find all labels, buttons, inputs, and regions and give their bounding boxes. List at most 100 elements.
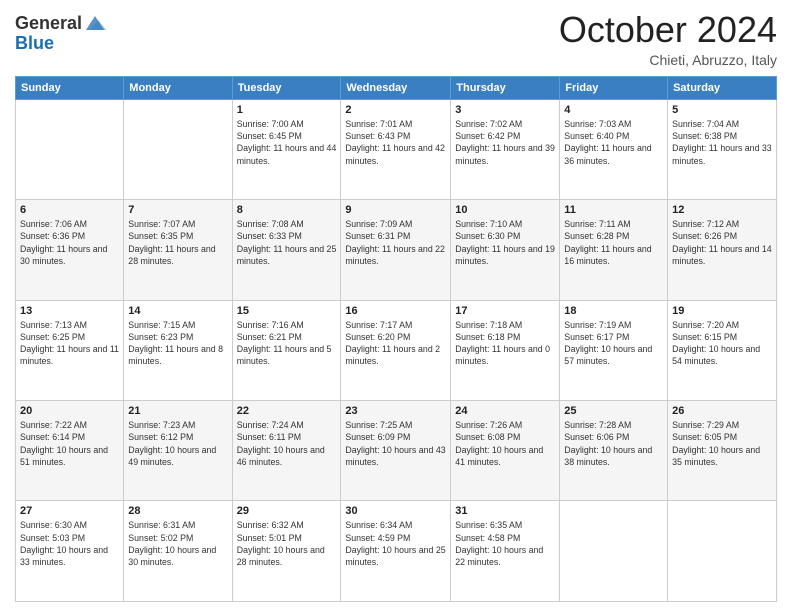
calendar-cell: 1Sunrise: 7:00 AM Sunset: 6:45 PM Daylig… (232, 99, 341, 199)
day-info: Sunrise: 7:04 AM Sunset: 6:38 PM Dayligh… (672, 118, 772, 167)
day-info: Sunrise: 7:12 AM Sunset: 6:26 PM Dayligh… (672, 218, 772, 267)
day-info: Sunrise: 7:10 AM Sunset: 6:30 PM Dayligh… (455, 218, 555, 267)
day-info: Sunrise: 7:23 AM Sunset: 6:12 PM Dayligh… (128, 419, 227, 468)
calendar-cell: 8Sunrise: 7:08 AM Sunset: 6:33 PM Daylig… (232, 200, 341, 300)
calendar-cell: 31Sunrise: 6:35 AM Sunset: 4:58 PM Dayli… (451, 501, 560, 602)
calendar-week-row: 6 Sunrise: 7:06 AM Sunset: 6:36 PM Daylig… (16, 200, 777, 300)
calendar-week-row: 1Sunrise: 7:00 AM Sunset: 6:45 PM Daylig… (16, 99, 777, 199)
calendar-table: SundayMondayTuesdayWednesdayThursdayFrid… (15, 76, 777, 602)
day-info: Sunrise: 7:16 AM Sunset: 6:21 PM Dayligh… (237, 319, 337, 368)
day-number: 6 (20, 204, 119, 216)
day-number: 23 (345, 405, 446, 417)
calendar-cell: 18Sunrise: 7:19 AM Sunset: 6:17 PM Dayli… (560, 300, 668, 400)
header-row: SundayMondayTuesdayWednesdayThursdayFrid… (16, 76, 777, 99)
calendar-cell: 12Sunrise: 7:12 AM Sunset: 6:26 PM Dayli… (668, 200, 777, 300)
day-info: Sunrise: 7:20 AM Sunset: 6:15 PM Dayligh… (672, 319, 772, 368)
day-number: 9 (345, 204, 446, 216)
calendar-cell: 7 Sunrise: 7:07 AM Sunset: 6:35 PM Daylig… (124, 200, 232, 300)
location: Chieti, Abruzzo, Italy (559, 52, 777, 68)
calendar-cell: 20Sunrise: 7:22 AM Sunset: 6:14 PM Dayli… (16, 401, 124, 501)
day-number: 30 (345, 505, 446, 517)
day-number: 21 (128, 405, 227, 417)
calendar-cell: 3 Sunrise: 7:02 AM Sunset: 6:42 PM Daylig… (451, 99, 560, 199)
calendar-cell: 19 Sunrise: 7:20 AM Sunset: 6:15 PM Dayli… (668, 300, 777, 400)
day-info: Sunrise: 6:31 AM Sunset: 5:02 PM Dayligh… (128, 519, 227, 568)
calendar-body: 1Sunrise: 7:00 AM Sunset: 6:45 PM Daylig… (16, 99, 777, 601)
day-of-week-header: Sunday (16, 76, 124, 99)
day-info: Sunrise: 7:13 AM Sunset: 6:25 PM Dayligh… (20, 319, 119, 368)
day-number: 4 (564, 104, 663, 116)
day-number: 28 (128, 505, 227, 517)
day-number: 20 (20, 405, 119, 417)
calendar-cell (124, 99, 232, 199)
day-info: Sunrise: 7:25 AM Sunset: 6:09 PM Dayligh… (345, 419, 446, 468)
day-number: 7 (128, 204, 227, 216)
day-number: 3 (455, 104, 555, 116)
calendar-week-row: 27Sunrise: 6:30 AM Sunset: 5:03 PM Dayli… (16, 501, 777, 602)
day-of-week-header: Monday (124, 76, 232, 99)
calendar-cell: 29 Sunrise: 6:32 AM Sunset: 5:01 PM Dayli… (232, 501, 341, 602)
day-number: 19 (672, 305, 772, 317)
day-number: 15 (237, 305, 337, 317)
month-title: October 2024 (559, 10, 777, 50)
day-of-week-header: Wednesday (341, 76, 451, 99)
day-info: Sunrise: 7:28 AM Sunset: 6:06 PM Dayligh… (564, 419, 663, 468)
day-number: 24 (455, 405, 555, 417)
day-of-week-header: Friday (560, 76, 668, 99)
calendar-cell: 10 Sunrise: 7:10 AM Sunset: 6:30 PM Dayli… (451, 200, 560, 300)
logo-general-text: General (15, 14, 82, 34)
day-of-week-header: Tuesday (232, 76, 341, 99)
calendar-cell: 15 Sunrise: 7:16 AM Sunset: 6:21 PM Dayli… (232, 300, 341, 400)
day-number: 11 (564, 204, 663, 216)
logo-blue-text: Blue (15, 34, 82, 54)
calendar-cell: 13 Sunrise: 7:13 AM Sunset: 6:25 PM Dayli… (16, 300, 124, 400)
day-info: Sunrise: 7:00 AM Sunset: 6:45 PM Dayligh… (237, 118, 337, 167)
day-number: 26 (672, 405, 772, 417)
calendar-cell: 14Sunrise: 7:15 AM Sunset: 6:23 PM Dayli… (124, 300, 232, 400)
calendar-cell: 23 Sunrise: 7:25 AM Sunset: 6:09 PM Dayli… (341, 401, 451, 501)
day-of-week-header: Thursday (451, 76, 560, 99)
day-info: Sunrise: 7:01 AM Sunset: 6:43 PM Dayligh… (345, 118, 446, 167)
day-of-week-header: Saturday (668, 76, 777, 99)
calendar-cell: 28 Sunrise: 6:31 AM Sunset: 5:02 PM Dayli… (124, 501, 232, 602)
calendar-cell (16, 99, 124, 199)
day-info: Sunrise: 7:07 AM Sunset: 6:35 PM Dayligh… (128, 218, 227, 267)
calendar-cell (668, 501, 777, 602)
day-number: 17 (455, 305, 555, 317)
calendar-cell: 24Sunrise: 7:26 AM Sunset: 6:08 PM Dayli… (451, 401, 560, 501)
day-number: 29 (237, 505, 337, 517)
day-info: Sunrise: 7:09 AM Sunset: 6:31 PM Dayligh… (345, 218, 446, 267)
day-info: Sunrise: 7:06 AM Sunset: 6:36 PM Dayligh… (20, 218, 119, 267)
day-info: Sunrise: 7:17 AM Sunset: 6:20 PM Dayligh… (345, 319, 446, 368)
calendar-cell (560, 501, 668, 602)
day-number: 27 (20, 505, 119, 517)
day-number: 10 (455, 204, 555, 216)
day-number: 31 (455, 505, 555, 517)
day-info: Sunrise: 7:29 AM Sunset: 6:05 PM Dayligh… (672, 419, 772, 468)
calendar-cell: 30Sunrise: 6:34 AM Sunset: 4:59 PM Dayli… (341, 501, 451, 602)
calendar-cell: 26 Sunrise: 7:29 AM Sunset: 6:05 PM Dayli… (668, 401, 777, 501)
calendar-cell: 22 Sunrise: 7:24 AM Sunset: 6:11 PM Dayli… (232, 401, 341, 501)
day-number: 25 (564, 405, 663, 417)
day-info: Sunrise: 7:03 AM Sunset: 6:40 PM Dayligh… (564, 118, 663, 167)
day-number: 22 (237, 405, 337, 417)
day-info: Sunrise: 6:32 AM Sunset: 5:01 PM Dayligh… (237, 519, 337, 568)
page: General Blue October 2024 Chieti, Abruzz… (0, 0, 792, 612)
calendar-cell: 4 Sunrise: 7:03 AM Sunset: 6:40 PM Daylig… (560, 99, 668, 199)
calendar-cell: 9 Sunrise: 7:09 AM Sunset: 6:31 PM Daylig… (341, 200, 451, 300)
day-number: 2 (345, 104, 446, 116)
day-info: Sunrise: 7:15 AM Sunset: 6:23 PM Dayligh… (128, 319, 227, 368)
day-number: 13 (20, 305, 119, 317)
calendar-cell: 6 Sunrise: 7:06 AM Sunset: 6:36 PM Daylig… (16, 200, 124, 300)
day-info: Sunrise: 7:02 AM Sunset: 6:42 PM Dayligh… (455, 118, 555, 167)
day-info: Sunrise: 7:18 AM Sunset: 6:18 PM Dayligh… (455, 319, 555, 368)
day-number: 5 (672, 104, 772, 116)
logo: General Blue (15, 14, 106, 54)
calendar-cell: 16Sunrise: 7:17 AM Sunset: 6:20 PM Dayli… (341, 300, 451, 400)
calendar-cell: 25 Sunrise: 7:28 AM Sunset: 6:06 PM Dayli… (560, 401, 668, 501)
day-info: Sunrise: 7:08 AM Sunset: 6:33 PM Dayligh… (237, 218, 337, 267)
calendar-cell: 11Sunrise: 7:11 AM Sunset: 6:28 PM Dayli… (560, 200, 668, 300)
day-info: Sunrise: 7:24 AM Sunset: 6:11 PM Dayligh… (237, 419, 337, 468)
calendar-cell: 5 Sunrise: 7:04 AM Sunset: 6:38 PM Daylig… (668, 99, 777, 199)
title-block: October 2024 Chieti, Abruzzo, Italy (559, 10, 777, 68)
